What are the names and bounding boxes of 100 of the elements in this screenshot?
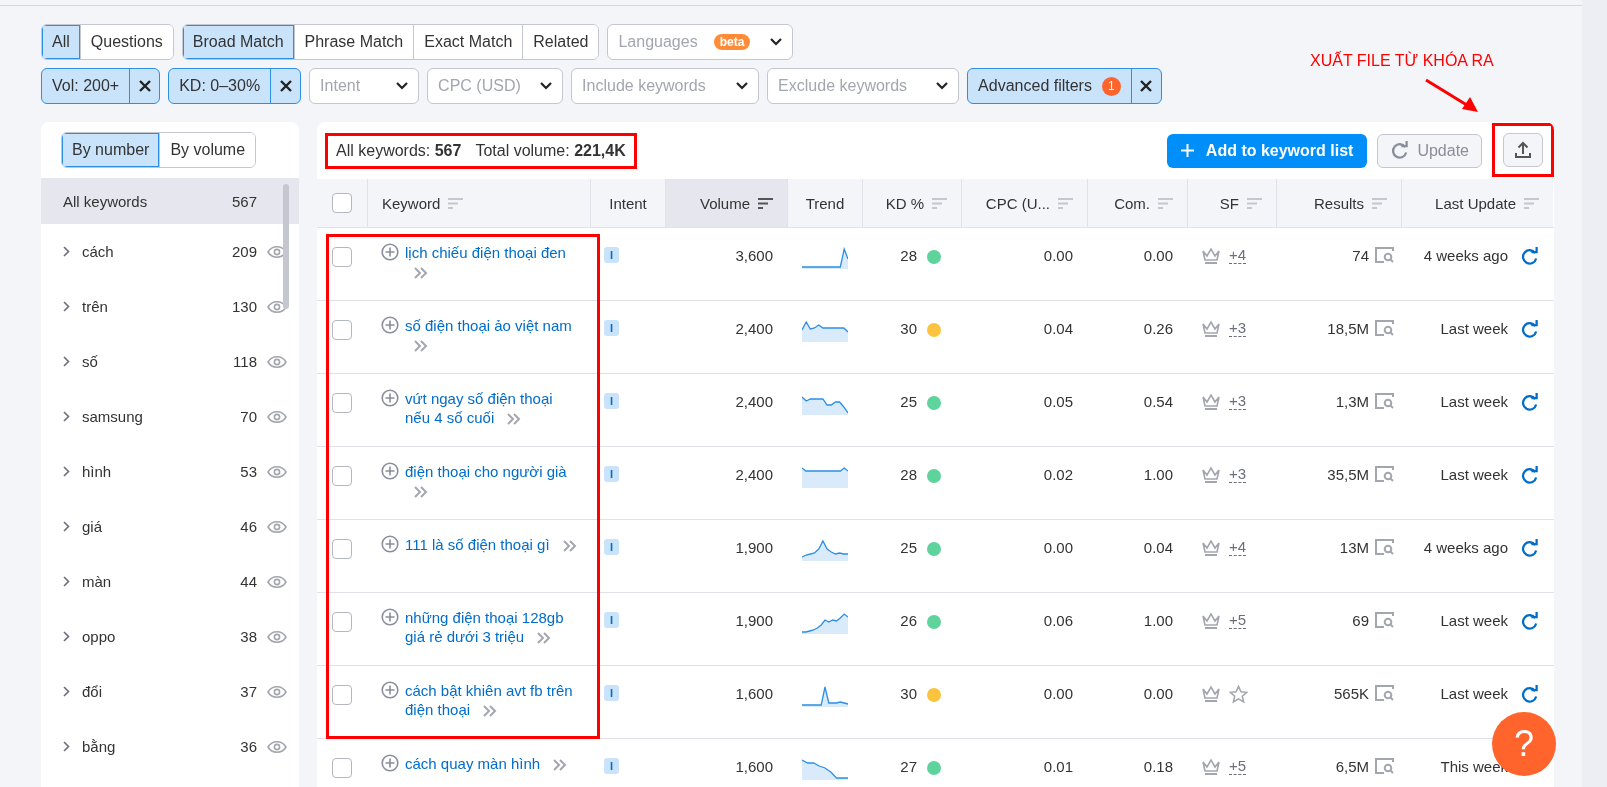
- add-circle-icon[interactable]: [381, 535, 399, 553]
- eye-icon[interactable]: [267, 299, 287, 314]
- add-circle-icon[interactable]: [381, 243, 399, 261]
- column-header[interactable]: Keyword: [367, 179, 590, 227]
- results-value: 18,5M: [1327, 320, 1369, 337]
- serp-features-count[interactable]: +3: [1229, 320, 1247, 337]
- refresh-icon[interactable]: [1520, 685, 1539, 704]
- column-header[interactable]: CPC (U...: [961, 179, 1087, 227]
- double-chevron-icon[interactable]: [413, 340, 429, 352]
- serp-features-count[interactable]: +4: [1229, 539, 1247, 556]
- eye-icon[interactable]: [267, 574, 287, 589]
- sidebar-item[interactable]: trên 130: [41, 279, 299, 334]
- sidebar-item[interactable]: màn 44: [41, 554, 299, 609]
- results-value: 6,5M: [1335, 758, 1369, 775]
- keyword-link[interactable]: cách quay màn hình: [405, 754, 569, 773]
- keyword-link[interactable]: những điện thoại 128gb giá rẻ dưới 3 triệu: [405, 608, 580, 646]
- eye-icon[interactable]: [267, 684, 287, 699]
- row-checkbox[interactable]: [332, 758, 352, 778]
- keyword-link[interactable]: lịch chiếu điện thoại đen: [405, 243, 580, 281]
- row-checkbox[interactable]: [332, 612, 352, 632]
- keyword-link[interactable]: điện thoại cho người già: [405, 462, 580, 500]
- serp-features-count[interactable]: +3: [1229, 466, 1247, 483]
- refresh-icon[interactable]: [1520, 539, 1539, 558]
- refresh-icon[interactable]: [1520, 612, 1539, 631]
- type-tab[interactable]: All: [42, 25, 80, 59]
- sidebar-item[interactable]: samsung 70: [41, 389, 299, 444]
- keywords-summary: All keywords: 567 Total volume: 221,4K: [325, 132, 637, 169]
- double-chevron-icon[interactable]: [561, 540, 578, 552]
- refresh-icon[interactable]: [1390, 141, 1410, 160]
- serp-features-count[interactable]: +3: [1229, 393, 1247, 410]
- filter-chip-label[interactable]: KD: 0–30%: [169, 69, 271, 103]
- eye-icon[interactable]: [267, 739, 287, 754]
- refresh-icon[interactable]: [1520, 393, 1539, 412]
- serp-features-count[interactable]: +4: [1229, 247, 1247, 264]
- double-chevron-icon[interactable]: [482, 705, 499, 717]
- column-header[interactable]: SF: [1187, 179, 1276, 227]
- eye-icon[interactable]: [267, 354, 287, 369]
- eye-icon[interactable]: [267, 629, 287, 644]
- row-checkbox[interactable]: [332, 393, 352, 413]
- keyword-link[interactable]: cách bật khiên avt fb trên điện thoại: [405, 681, 580, 719]
- eye-icon[interactable]: [267, 409, 287, 424]
- keyword-link[interactable]: 111 là số điện thoại gì: [405, 535, 578, 554]
- filter-chip-label[interactable]: Advanced filters 1: [968, 69, 1131, 103]
- row-checkbox[interactable]: [332, 685, 352, 705]
- sort-icon: [1158, 197, 1173, 209]
- select-all-checkbox[interactable]: [332, 193, 352, 213]
- add-circle-icon[interactable]: [381, 462, 399, 480]
- refresh-icon[interactable]: [1520, 466, 1539, 485]
- mode-tab[interactable]: By volume: [159, 133, 256, 167]
- match-tab[interactable]: Broad Match: [182, 25, 294, 59]
- add-circle-icon[interactable]: [381, 608, 399, 626]
- sidebar-item[interactable]: cách 209: [41, 224, 299, 279]
- row-checkbox[interactable]: [332, 466, 352, 486]
- row-checkbox[interactable]: [332, 320, 352, 340]
- sidebar-item[interactable]: giá 46: [41, 499, 299, 554]
- keyword-link[interactable]: vứt ngay số điện thoại nếu 4 số cuối: [405, 389, 580, 427]
- row-checkbox[interactable]: [332, 247, 352, 267]
- column-header[interactable]: Intent: [590, 179, 665, 227]
- serp-features-count[interactable]: +5: [1229, 758, 1247, 775]
- scrollbar[interactable]: [283, 184, 289, 309]
- filter-chip-label[interactable]: Vol: 200+: [42, 69, 130, 103]
- export-button[interactable]: [1503, 132, 1543, 167]
- double-chevron-icon[interactable]: [506, 413, 523, 425]
- row-checkbox[interactable]: [332, 539, 352, 559]
- double-chevron-icon[interactable]: [413, 267, 429, 279]
- results-value: 13M: [1339, 539, 1369, 556]
- keyword-link[interactable]: số điện thoại ảo việt nam: [405, 316, 580, 354]
- sidebar-item[interactable]: đổi 37: [41, 664, 299, 719]
- add-circle-icon[interactable]: [381, 316, 399, 334]
- column-header[interactable]: Volume: [665, 179, 787, 227]
- eye-icon[interactable]: [267, 464, 287, 479]
- eye-icon[interactable]: [267, 519, 287, 534]
- type-tab[interactable]: Questions: [79, 25, 173, 59]
- last-update-value: 4 weeks ago: [1423, 247, 1508, 264]
- volume-value: 1,900: [735, 539, 773, 556]
- add-circle-icon[interactable]: [381, 681, 399, 699]
- filter-chip[interactable]: Advanced filters 1: [967, 68, 1162, 104]
- sidebar-item[interactable]: hình 53: [41, 444, 299, 499]
- column-header[interactable]: KD %: [862, 179, 961, 227]
- double-chevron-icon[interactable]: [552, 759, 569, 771]
- refresh-icon[interactable]: [1520, 247, 1539, 266]
- sidebar-item[interactable]: số 118: [41, 334, 299, 389]
- serp-features-count[interactable]: +5: [1229, 612, 1247, 629]
- sidebar-item[interactable]: All keywords 567: [41, 178, 299, 224]
- filter-chip[interactable]: KD: 0–30%: [168, 68, 302, 104]
- column-header[interactable]: Com.: [1087, 179, 1187, 227]
- column-header[interactable]: Last Update: [1401, 179, 1553, 227]
- column-header[interactable]: Trend: [787, 179, 862, 227]
- sidebar-item[interactable]: oppo 38: [41, 609, 299, 664]
- add-circle-icon[interactable]: [381, 754, 399, 772]
- mode-tab[interactable]: By number: [62, 133, 160, 167]
- double-chevron-icon[interactable]: [413, 486, 429, 498]
- filter-chip[interactable]: Vol: 200+: [41, 68, 161, 104]
- add-circle-icon[interactable]: [381, 389, 399, 407]
- match-tab[interactable]: Related: [522, 25, 599, 59]
- column-header[interactable]: Results: [1276, 179, 1401, 227]
- trend-sparkline: [801, 466, 848, 488]
- double-chevron-icon[interactable]: [536, 632, 553, 644]
- sidebar-item[interactable]: bằng 36: [41, 719, 299, 774]
- refresh-icon[interactable]: [1520, 320, 1539, 339]
